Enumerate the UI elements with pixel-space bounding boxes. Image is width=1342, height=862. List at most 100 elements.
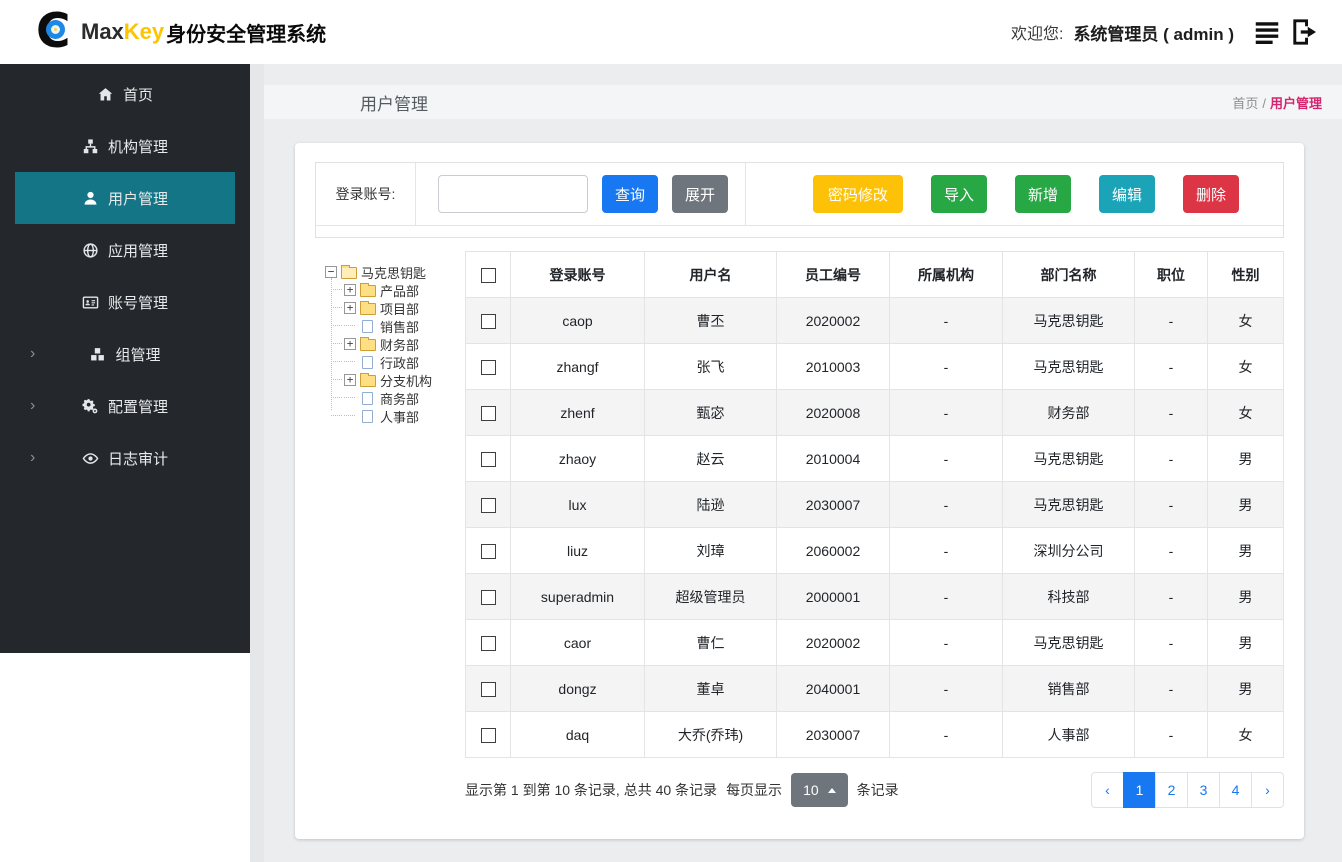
tree-node-label[interactable]: 商务部 [380, 389, 419, 408]
tree-node-label[interactable]: 财务部 [380, 335, 419, 354]
sidebar-item-accounts[interactable]: 账号管理 [0, 276, 250, 328]
home-icon [97, 86, 114, 103]
change-password-button[interactable]: 密码修改 [812, 175, 903, 213]
table-row[interactable]: zhangf 张飞 2010003 - 马克思钥匙 - 女 [465, 343, 1284, 390]
table-row[interactable]: zhaoy 赵云 2010004 - 马克思钥匙 - 男 [465, 435, 1284, 482]
tree-node-label[interactable]: 分支机构 [380, 371, 432, 390]
column-header: 用户名 [644, 251, 777, 298]
tree-node: 行政部 [331, 353, 465, 372]
sidebar-item-label: 配置管理 [107, 398, 168, 416]
pagination-page-2[interactable]: 2 [1155, 772, 1188, 808]
breadcrumb: 首页 / 用户管理 [1232, 93, 1322, 112]
id-card-icon [82, 294, 99, 311]
table-row[interactable]: dongz 董卓 2040001 - 销售部 - 男 [465, 665, 1284, 712]
tree-node: 人事部 [331, 407, 465, 426]
brand-text-max: Max [81, 19, 124, 44]
row-checkbox[interactable] [480, 681, 496, 697]
select-all-cell [465, 251, 511, 298]
sitemap-icon [82, 138, 99, 155]
table-row[interactable]: daq 大乔(乔玮) 2030007 - 人事部 - 女 [465, 711, 1284, 758]
folder-icon [360, 373, 376, 387]
brand-text-suffix: 身份安全管理系统 [166, 23, 327, 46]
column-header: 部门名称 [1002, 251, 1135, 298]
row-checkbox[interactable] [480, 635, 496, 651]
column-header: 员工编号 [776, 251, 890, 298]
tree-expand-toggle[interactable]: + [344, 338, 356, 350]
table-row[interactable]: zhenf 甄宓 2020008 - 财务部 - 女 [465, 389, 1284, 436]
page-size-value: 10 [803, 782, 819, 798]
sidebar-column: 首页 机构管理 用户管理 应用管理 账号管理 › 组管理 › 配置管理 › 日志… [0, 64, 250, 862]
table-row[interactable]: lux 陆逊 2030007 - 马克思钥匙 - 男 [465, 481, 1284, 528]
table-row[interactable]: caop 曹丕 2020002 - 马克思钥匙 - 女 [465, 297, 1284, 344]
chevron-right-icon [30, 346, 35, 362]
tree-node-label[interactable]: 项目部 [380, 299, 419, 318]
tree-node: + 项目部 [331, 299, 465, 318]
pagination-prev[interactable]: ‹ [1091, 772, 1124, 808]
login-account-input[interactable] [438, 175, 588, 213]
sidebar-item-apps[interactable]: 应用管理 [0, 224, 250, 276]
expand-button[interactable]: 展开 [672, 175, 729, 213]
sidebar-gutter [250, 64, 264, 862]
edit-button[interactable]: 编辑 [1098, 175, 1155, 213]
page-header-bar: 用户管理 首页 / 用户管理 [264, 85, 1342, 119]
sidebar-item-label: 账号管理 [107, 294, 168, 312]
breadcrumb-home-link[interactable]: 首页 [1232, 96, 1258, 111]
sidebar-nav: 首页 机构管理 用户管理 应用管理 账号管理 › 组管理 › 配置管理 › 日志… [0, 64, 250, 653]
page-size-select[interactable]: 10 [791, 773, 848, 807]
folder-open-icon [341, 265, 357, 279]
app-header: C MaxKey身份安全管理系统 欢迎您: 系统管理员 ( admin ) [0, 0, 1342, 64]
query-button[interactable]: 查询 [602, 175, 659, 213]
tree-expand-toggle[interactable]: + [344, 284, 356, 296]
cubes-icon [89, 346, 106, 363]
sidebar-item-users[interactable]: 用户管理 [15, 172, 235, 224]
row-checkbox[interactable] [480, 543, 496, 559]
row-checkbox[interactable] [480, 313, 496, 329]
delete-button[interactable]: 删除 [1182, 175, 1239, 213]
tree-expand-toggle[interactable]: + [344, 374, 356, 386]
row-checkbox[interactable] [480, 359, 496, 375]
menu-list-icon[interactable] [1250, 17, 1284, 47]
sidebar-item-home[interactable]: 首页 [0, 68, 250, 120]
table-row[interactable]: caor 曹仁 2020002 - 马克思钥匙 - 男 [465, 619, 1284, 666]
tree-node: + 分支机构 [331, 371, 465, 390]
folder-icon [360, 301, 376, 315]
tree-node-label[interactable]: 销售部 [380, 317, 419, 336]
table-row[interactable]: liuz 刘璋 2060002 - 深圳分公司 - 男 [465, 527, 1284, 574]
org-tree: − 马克思钥匙 + 产品部 + 项目部 销售部 + 财务部 行政部 + 分支机构… [315, 251, 465, 808]
tree-node-label[interactable]: 产品部 [380, 281, 419, 300]
tree-collapse-toggle[interactable]: − [325, 266, 337, 278]
sidebar-item-config[interactable]: 配置管理 [0, 380, 250, 432]
sidebar-item-org[interactable]: 机构管理 [0, 120, 250, 172]
row-checkbox[interactable] [480, 727, 496, 743]
eye-icon [82, 450, 99, 467]
row-checkbox[interactable] [480, 589, 496, 605]
content-card: 登录账号: 查询 展开 密码修改 导入 新增 编辑 删除 − 马克思钥匙 + 产… [295, 143, 1304, 839]
row-checkbox[interactable] [480, 497, 496, 513]
pagination-page-3[interactable]: 3 [1187, 772, 1220, 808]
pagination-page-4[interactable]: 4 [1219, 772, 1252, 808]
sidebar-item-audit[interactable]: 日志审计 [0, 432, 250, 484]
pagination-next[interactable]: › [1251, 772, 1284, 808]
select-all-checkbox[interactable] [480, 267, 496, 283]
column-header: 登录账号 [510, 251, 645, 298]
brand: C MaxKey身份安全管理系统 [36, 8, 326, 56]
tree-node-label[interactable]: 马克思钥匙 [361, 263, 426, 282]
table-row[interactable]: superadmin 超级管理员 2000001 - 科技部 - 男 [465, 573, 1284, 620]
main-area: 用户管理 首页 / 用户管理 登录账号: 查询 展开 密码修改 导入 新增 编辑… [264, 64, 1342, 862]
pagination-page-1[interactable]: 1 [1123, 772, 1156, 808]
row-checkbox[interactable] [480, 451, 496, 467]
maxkey-logo-icon: C [36, 8, 80, 56]
row-checkbox[interactable] [480, 405, 496, 421]
column-header: 所属机构 [889, 251, 1003, 298]
table-footer: 显示第 1 到第 10 条记录, 总共 40 条记录 每页显示 10 条记录 ‹ [465, 772, 1284, 808]
import-button[interactable]: 导入 [930, 175, 987, 213]
add-button[interactable]: 新增 [1014, 175, 1071, 213]
folder-icon [360, 283, 376, 297]
tree-node-label[interactable]: 人事部 [380, 407, 419, 426]
sidebar-item-label: 组管理 [115, 346, 161, 364]
folder-icon [360, 337, 376, 351]
sidebar-item-groups[interactable]: 组管理 [0, 328, 250, 380]
tree-expand-toggle[interactable]: + [344, 302, 356, 314]
logout-icon[interactable] [1288, 16, 1320, 48]
tree-node-label[interactable]: 行政部 [380, 353, 419, 372]
